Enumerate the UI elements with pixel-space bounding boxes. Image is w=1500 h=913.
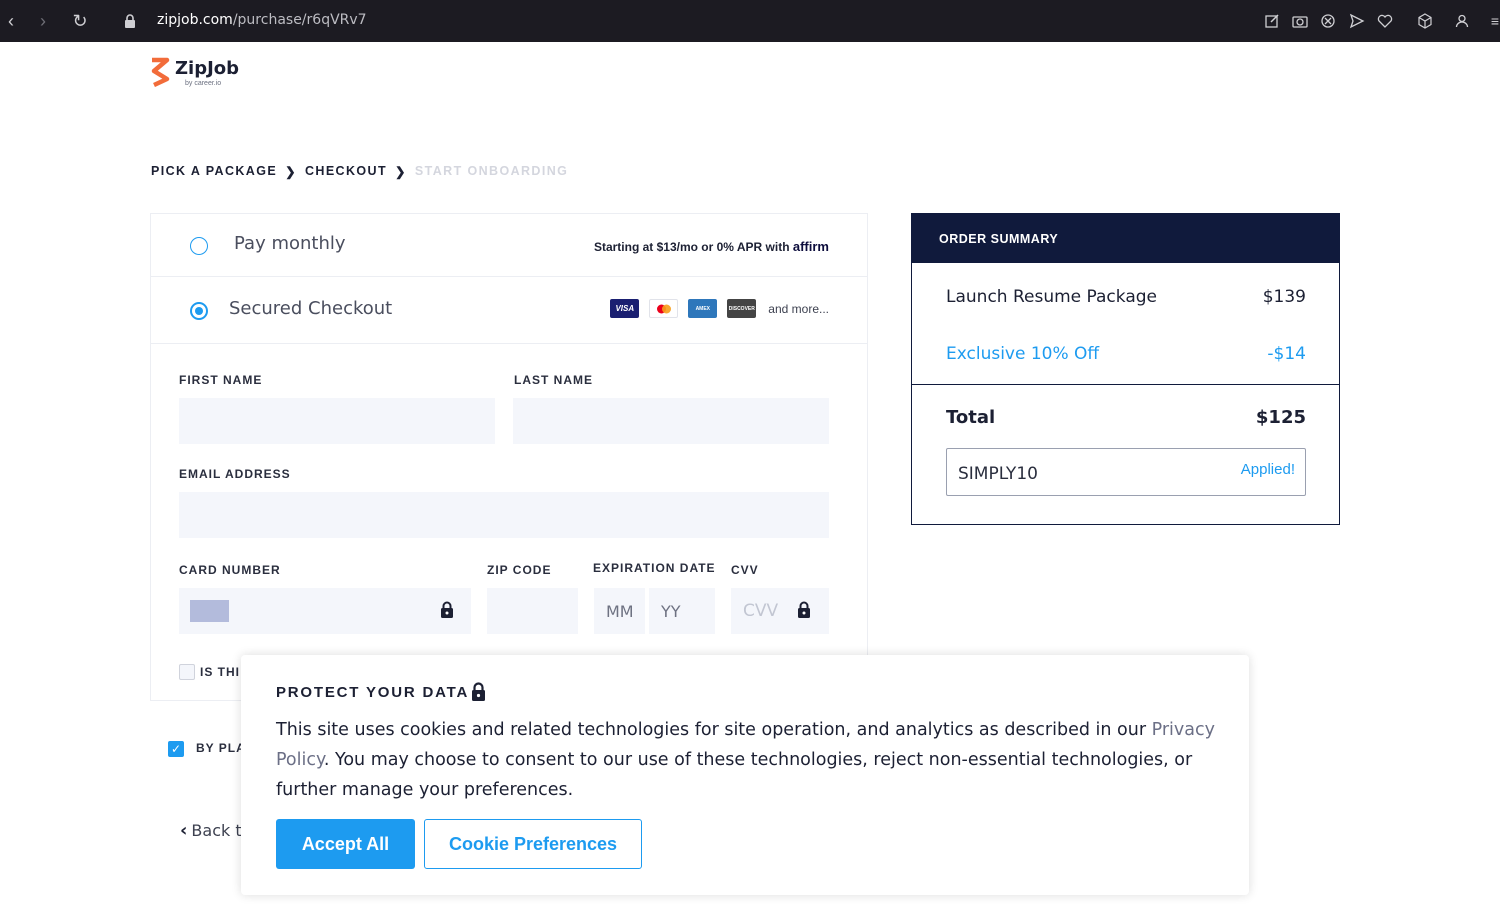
gift-checkbox[interactable] <box>179 664 195 680</box>
lock-icon <box>119 10 141 32</box>
cvv-label: CVV <box>731 563 759 577</box>
terms-checkbox[interactable]: ✓ <box>168 741 184 757</box>
cvv-input[interactable]: CVV <box>731 588 829 634</box>
back-link[interactable]: ‹ Back t <box>180 820 242 841</box>
card-lock-icon <box>441 601 453 618</box>
exp-year-input[interactable] <box>649 588 715 634</box>
expiration-date-label: EXPIRATION DATE <box>593 561 716 575</box>
card-number-input[interactable] <box>179 588 471 634</box>
package-line: Launch Resume Package $139 <box>946 287 1306 307</box>
browser-toolbar: ‹ › ↻ zipjob.com/purchase/r6qVRv7 ≡ <box>0 0 1500 42</box>
back-nav-icon[interactable]: ‹ <box>0 10 22 32</box>
checkout-form-card: Pay monthly Starting at $13/mo or 0% APR… <box>150 213 868 701</box>
secured-checkout-radio[interactable] <box>190 302 208 320</box>
reload-icon[interactable]: ↻ <box>69 10 91 32</box>
discount-value: -$14 <box>1267 344 1306 364</box>
breadcrumb-start-onboarding: START ONBOARDING <box>414 164 569 178</box>
cookie-banner-title: PROTECT YOUR DATA <box>276 684 470 701</box>
logo-name: ZipJob <box>175 58 240 79</box>
total-value: $125 <box>1255 407 1306 428</box>
cookie-consent-banner: PROTECT YOUR DATA This site uses cookies… <box>241 655 1249 895</box>
package-name: Launch Resume Package <box>946 287 1157 307</box>
mastercard-icon <box>649 299 679 318</box>
camera-icon[interactable] <box>1289 10 1311 32</box>
accept-all-button[interactable]: Accept All <box>276 819 415 869</box>
block-icon[interactable] <box>1317 10 1339 32</box>
more-cards-label: and more... <box>768 301 829 316</box>
visa-card-icon: VISA <box>610 299 640 318</box>
breadcrumb-separator: ❯ <box>395 165 407 179</box>
breadcrumb-pick-package[interactable]: PICK A PACKAGE <box>151 164 277 179</box>
accepted-cards: VISA AMEX DISCOVER and more... <box>610 299 829 318</box>
card-number-label: CARD NUMBER <box>179 563 281 577</box>
breadcrumb: PICK A PACKAGE ❯ CHECKOUT ❯ START ONBOAR… <box>151 164 568 179</box>
total-label: Total <box>946 407 996 428</box>
discount-name: Exclusive 10% Off <box>946 344 1100 364</box>
breadcrumb-separator: ❯ <box>285 165 297 179</box>
zipjob-logo[interactable]: ZipJob by career.io <box>150 57 239 92</box>
cookie-banner-text: This site uses cookies and related techn… <box>276 720 1215 800</box>
forward-nav-icon[interactable]: › <box>32 10 54 32</box>
zip-code-input[interactable] <box>487 588 578 634</box>
cvv-lock-icon <box>798 601 810 618</box>
pay-monthly-radio[interactable] <box>190 237 208 255</box>
summary-divider <box>912 384 1339 385</box>
email-input[interactable] <box>179 492 829 538</box>
cube-icon[interactable] <box>1414 10 1436 32</box>
pay-monthly-option[interactable]: Pay monthly Starting at $13/mo or 0% APR… <box>151 214 867 277</box>
chevron-left-icon: ‹ <box>180 820 188 841</box>
heart-icon[interactable] <box>1374 10 1396 32</box>
last-name-label: LAST NAME <box>514 373 593 387</box>
terms-label: BY PLA <box>196 741 246 755</box>
discover-card-icon: DISCOVER <box>727 299 757 318</box>
card-brand-placeholder-icon <box>190 600 229 622</box>
pay-monthly-label: Pay monthly <box>234 233 346 254</box>
package-price: $139 <box>1262 287 1306 307</box>
order-summary-header: ORDER SUMMARY <box>912 214 1339 263</box>
order-summary-title: ORDER SUMMARY <box>939 232 1059 246</box>
first-name-label: FIRST NAME <box>179 373 263 387</box>
coupon-input[interactable]: SIMPLY10 Applied! <box>946 448 1306 496</box>
secured-checkout-option[interactable]: Secured Checkout VISA AMEX DISCOVER and … <box>151 277 867 344</box>
cvv-placeholder: CVV <box>743 601 779 621</box>
secured-checkout-label: Secured Checkout <box>229 298 393 319</box>
exp-month-input[interactable] <box>594 588 645 634</box>
breadcrumb-checkout: CHECKOUT <box>304 164 387 178</box>
send-icon[interactable] <box>1346 10 1368 32</box>
coupon-code: SIMPLY10 <box>958 464 1038 484</box>
affirm-logo: affirm <box>792 239 829 254</box>
profile-icon[interactable] <box>1451 10 1473 32</box>
last-name-input[interactable] <box>513 398 829 444</box>
lock-icon <box>472 682 485 701</box>
amex-card-icon: AMEX <box>688 299 718 318</box>
email-label: EMAIL ADDRESS <box>179 467 291 481</box>
zip-code-label: ZIP CODE <box>487 563 552 577</box>
affirm-financing-text: Starting at $13/mo or 0% APR with affirm <box>593 239 829 254</box>
gift-checkbox-label: IS THI <box>200 665 241 679</box>
edit-icon[interactable] <box>1261 10 1283 32</box>
address-bar[interactable]: zipjob.com/purchase/r6qVRv7 <box>157 12 367 28</box>
logo-sub: by career.io <box>185 80 222 87</box>
first-name-input[interactable] <box>179 398 495 444</box>
discount-line: Exclusive 10% Off -$14 <box>946 344 1306 364</box>
coupon-applied-status: Applied! <box>1240 461 1295 478</box>
total-line: Total $125 <box>946 407 1306 428</box>
zipjob-logo-mark-icon <box>151 57 170 88</box>
order-summary: ORDER SUMMARY Launch Resume Package $139… <box>911 213 1340 525</box>
cookie-preferences-button[interactable]: Cookie Preferences <box>424 819 642 869</box>
menu-icon[interactable]: ≡ <box>1484 10 1500 32</box>
